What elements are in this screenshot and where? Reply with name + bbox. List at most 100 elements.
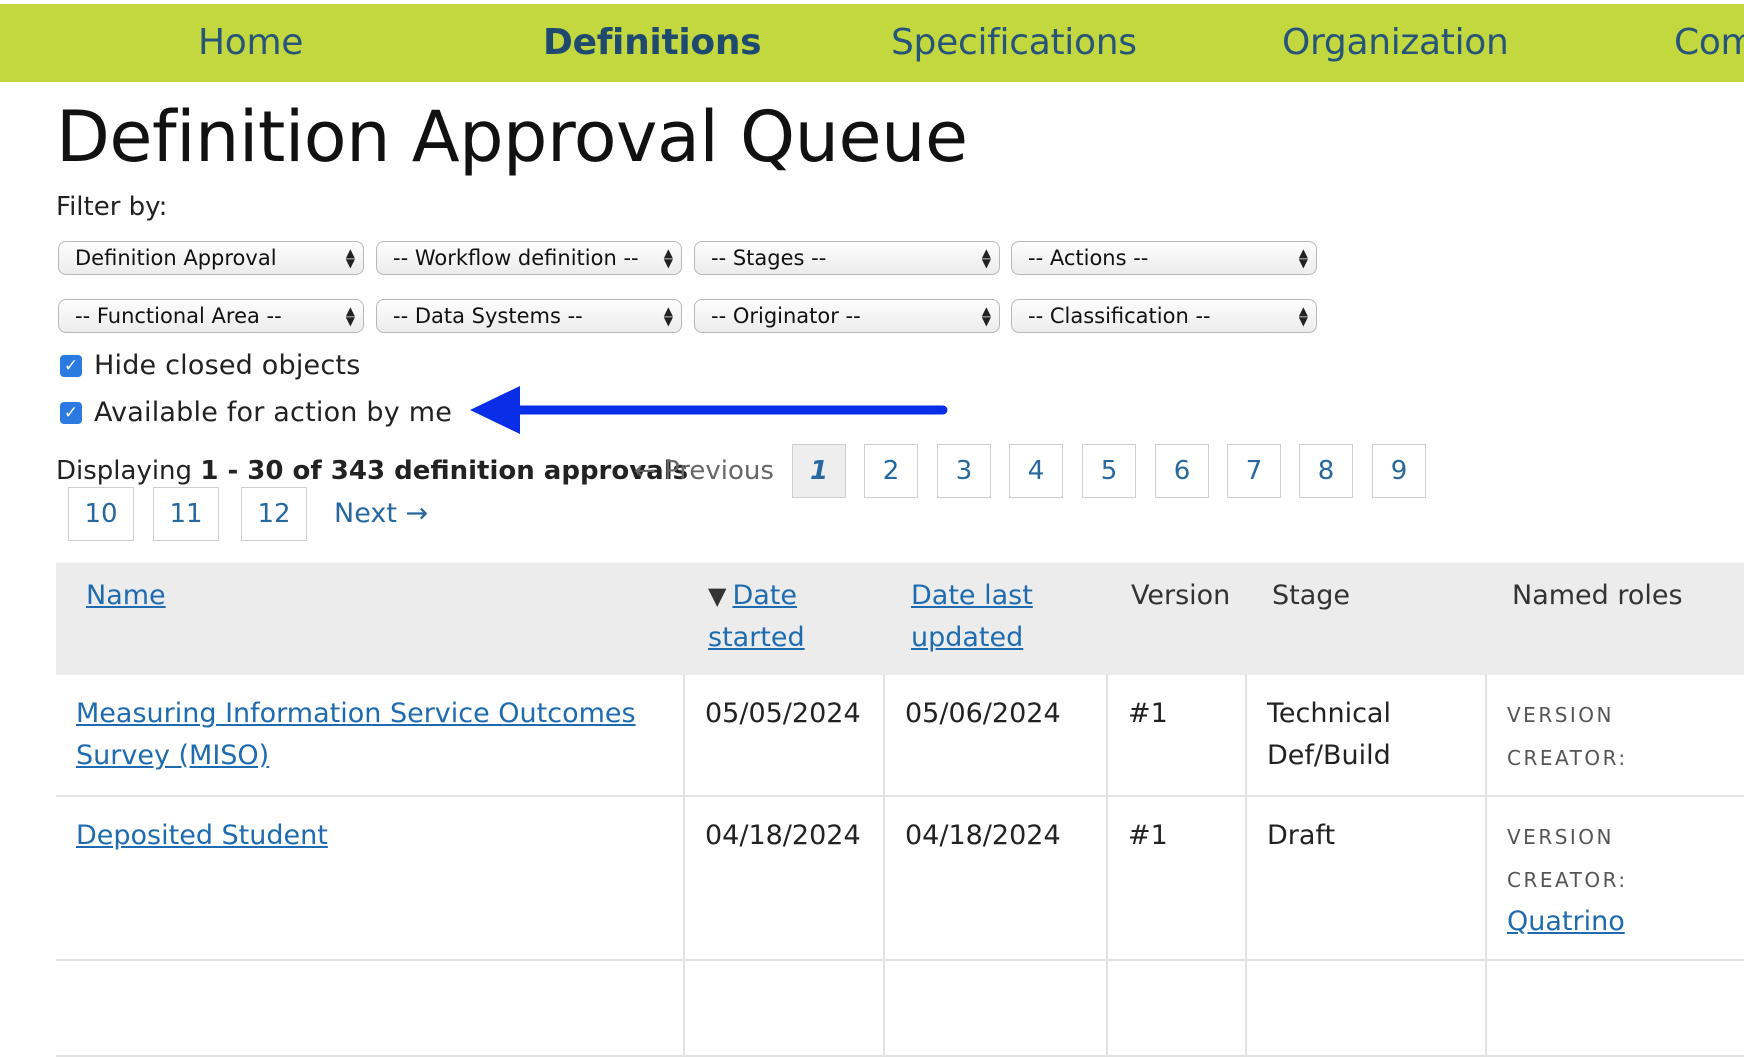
cell-date-started: 04/18/2024 [684,796,885,961]
select-approval-type[interactable]: Definition Approval ▲ ▼ [58,241,364,275]
page-6[interactable]: 6 [1155,444,1209,498]
cell-date-updated: 04/18/2024 [884,796,1108,961]
cell-stage [1246,960,1487,1057]
cell-date-updated [884,960,1108,1057]
nav-home[interactable]: Home [198,22,303,63]
role-label: VERSION CREATOR: [1507,825,1628,892]
available-for-action-row: ✓ Available for action by me [60,397,452,428]
table-row: Deposited Student 04/18/2024 04/18/2024 … [56,796,1744,961]
date-updated-line1: Date last [911,580,1033,611]
page-10[interactable]: 10 [68,487,134,541]
next-link[interactable]: Next → [334,498,428,529]
cell-version [1107,960,1247,1057]
select-classification[interactable]: -- Classification -- ▲ ▼ [1011,299,1317,333]
name-line1: Measuring Information Service Outcomes [76,698,636,729]
nav-com[interactable]: Com [1674,22,1744,63]
definition-link[interactable]: Measuring Information Service Outcomes Su… [76,698,636,771]
annotation-arrow-icon [470,386,948,434]
select-workflow-definition[interactable]: -- Workflow definition -- ▲ ▼ [376,241,682,275]
page-7[interactable]: 7 [1227,444,1281,498]
cell-named-roles: VERSION CREATOR: [1486,675,1744,797]
sort-descending-icon: ▼ [708,582,727,610]
select-value: -- Originator -- [711,304,861,328]
select-arrows-icon: ▲ ▼ [1298,304,1308,328]
nav-definitions[interactable]: Definitions [543,22,762,63]
display-summary: Displaying 1 - 30 of 343 definition appr… [56,456,688,486]
page-8[interactable]: 8 [1299,444,1353,498]
cell-date-started: 05/05/2024 [684,675,885,797]
cell-stage: Technical Def/Build [1246,675,1487,797]
page-11[interactable]: 11 [153,487,219,541]
select-arrows-icon: ▲ ▼ [663,246,673,270]
available-for-action-label[interactable]: Available for action by me [94,397,452,428]
stage-line1: Technical [1267,698,1391,729]
cell-date-started [684,960,885,1057]
select-arrows-icon: ▲ ▼ [345,246,355,270]
display-range: 1 - 30 of 343 definition approvals [200,456,689,486]
select-data-systems[interactable]: -- Data Systems -- ▲ ▼ [376,299,682,333]
date-updated-line2: updated [911,622,1024,653]
previous-link: ← Previous [634,456,774,486]
table-row: Measuring Information Service Outcomes Su… [56,675,1744,797]
select-value: -- Stages -- [711,246,827,270]
hide-closed-label[interactable]: Hide closed objects [94,350,360,381]
table-header-row: Name ▼ Date started Date last updated Versi… [56,563,1744,675]
cell-name: Deposited Student [56,796,685,961]
select-functional-area[interactable]: -- Functional Area -- ▲ ▼ [58,299,364,333]
select-arrows-icon: ▲ ▼ [1298,246,1308,270]
date-started-line1: Date [732,580,798,611]
available-for-action-checkbox[interactable]: ✓ [60,401,82,424]
header-date-updated: Date last updated [884,563,1107,675]
cell-name: Measuring Information Service Outcomes Su… [56,675,685,797]
date-started-line2: started [708,622,805,653]
select-arrows-icon: ▲ ▼ [981,304,991,328]
filter-label: Filter by: [56,192,168,222]
display-prefix: Displaying [56,456,193,486]
page-4[interactable]: 4 [1009,444,1063,498]
select-arrows-icon: ▲ ▼ [981,246,991,270]
header-name: Name [56,563,684,675]
cell-named-roles [1486,960,1744,1057]
stage-line2: Def/Build [1267,740,1391,771]
sort-by-name-link[interactable]: Name [86,580,166,611]
header-stage: Stage [1246,563,1486,675]
select-actions[interactable]: -- Actions -- ▲ ▼ [1011,241,1317,275]
select-value: -- Workflow definition -- [393,246,639,270]
approval-queue-table: Name ▼ Date started Date last updated Versi… [56,563,1744,1057]
cell-stage: Draft [1246,796,1487,961]
table-row [56,960,1744,1057]
cell-named-roles: VERSION CREATOR: Quatrino [1486,796,1744,961]
header-version: Version [1107,563,1246,675]
role-label: VERSION CREATOR: [1507,703,1628,770]
nav-specifications[interactable]: Specifications [891,22,1137,63]
select-value: -- Classification -- [1028,304,1211,328]
page-1[interactable]: 1 [792,444,846,498]
page-12[interactable]: 12 [241,487,307,541]
top-navigation: Home Definitions Specifications Organiza… [0,4,1744,82]
select-value: -- Functional Area -- [75,304,282,328]
page-title: Definition Approval Queue [56,96,968,178]
page-5[interactable]: 5 [1082,444,1136,498]
role-user-link[interactable]: Quatrino [1507,906,1625,937]
nav-organization[interactable]: Organization [1282,22,1509,63]
cell-date-updated: 05/06/2024 [884,675,1108,797]
select-value: -- Actions -- [1028,246,1149,270]
definition-link[interactable]: Deposited Student [76,820,328,851]
cell-name [56,960,685,1057]
hide-closed-checkbox[interactable]: ✓ [60,354,82,377]
page-2[interactable]: 2 [864,444,918,498]
header-named-roles: Named roles [1486,563,1744,675]
select-originator[interactable]: -- Originator -- ▲ ▼ [694,299,1000,333]
name-line2: Survey (MISO) [76,740,270,771]
hide-closed-row: ✓ Hide closed objects [60,350,360,381]
select-value: Definition Approval [75,246,277,270]
header-date-started: ▼ Date started [684,563,884,675]
sort-by-date-updated-link[interactable]: Date last updated [911,580,1033,653]
page-3[interactable]: 3 [937,444,991,498]
select-value: -- Data Systems -- [393,304,583,328]
page-9[interactable]: 9 [1372,444,1426,498]
cell-version: #1 [1107,796,1247,961]
cell-version: #1 [1107,675,1247,797]
select-arrows-icon: ▲ ▼ [663,304,673,328]
select-stages[interactable]: -- Stages -- ▲ ▼ [694,241,1000,275]
